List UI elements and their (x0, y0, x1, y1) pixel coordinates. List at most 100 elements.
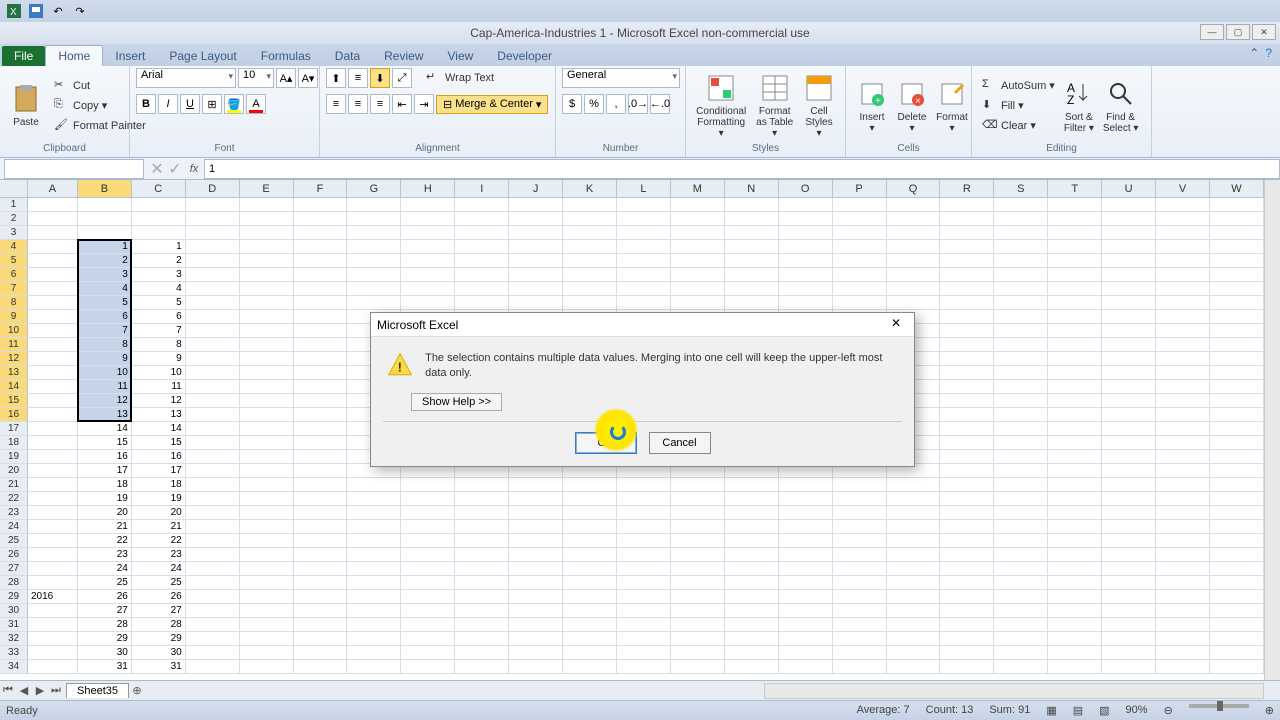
cell[interactable] (240, 646, 294, 660)
cell[interactable] (671, 492, 725, 506)
cell[interactable] (994, 254, 1048, 268)
cell[interactable] (1156, 520, 1210, 534)
cell[interactable]: 25 (78, 576, 132, 590)
cell[interactable] (725, 548, 779, 562)
cell[interactable] (1102, 562, 1156, 576)
cell[interactable] (1156, 464, 1210, 478)
row-header[interactable]: 17 (0, 422, 28, 436)
tab-insert[interactable]: Insert (103, 46, 157, 66)
cell[interactable] (833, 618, 887, 632)
cell[interactable] (994, 198, 1048, 212)
cell[interactable]: 27 (78, 604, 132, 618)
minimize-button[interactable]: — (1200, 24, 1224, 40)
cell[interactable] (671, 282, 725, 296)
cancel-button[interactable]: Cancel (649, 432, 711, 454)
cell[interactable] (1048, 254, 1102, 268)
cell[interactable] (1102, 352, 1156, 366)
cell[interactable] (186, 212, 240, 226)
cell[interactable] (833, 660, 887, 674)
cell[interactable] (617, 198, 671, 212)
cell[interactable] (725, 226, 779, 240)
cell[interactable] (294, 436, 348, 450)
cell[interactable] (240, 478, 294, 492)
cell[interactable] (509, 520, 563, 534)
cell[interactable] (940, 576, 994, 590)
comma-icon[interactable]: , (606, 94, 626, 114)
column-header[interactable]: B (78, 180, 132, 198)
cell[interactable] (940, 604, 994, 618)
cell[interactable]: 26 (78, 590, 132, 604)
cell[interactable] (617, 660, 671, 674)
cell[interactable] (294, 408, 348, 422)
column-header[interactable]: E (240, 180, 294, 198)
cell[interactable] (1210, 324, 1264, 338)
cell[interactable] (563, 506, 617, 520)
cell[interactable] (1210, 366, 1264, 380)
cell[interactable] (186, 268, 240, 282)
column-header[interactable]: H (401, 180, 455, 198)
cell[interactable] (294, 478, 348, 492)
cell[interactable] (617, 548, 671, 562)
cell[interactable] (240, 562, 294, 576)
cell[interactable] (779, 268, 833, 282)
cell[interactable] (1156, 408, 1210, 422)
cell[interactable] (940, 408, 994, 422)
cell[interactable] (294, 226, 348, 240)
cell[interactable] (347, 296, 401, 310)
cell[interactable] (401, 282, 455, 296)
cell[interactable] (240, 548, 294, 562)
cell[interactable] (240, 492, 294, 506)
cell[interactable] (294, 590, 348, 604)
format-as-table-button[interactable]: Format as Table ▾ (750, 70, 799, 141)
cell[interactable]: 18 (78, 478, 132, 492)
help-icon[interactable]: ? (1265, 46, 1272, 60)
cell[interactable] (940, 380, 994, 394)
cell[interactable] (1156, 352, 1210, 366)
cell[interactable] (833, 226, 887, 240)
cell[interactable] (1156, 492, 1210, 506)
cell[interactable] (994, 366, 1048, 380)
cell[interactable] (1156, 296, 1210, 310)
cell[interactable]: 15 (132, 436, 186, 450)
cell[interactable] (294, 548, 348, 562)
cell[interactable]: 7 (132, 324, 186, 338)
cell[interactable] (994, 464, 1048, 478)
cell[interactable] (509, 506, 563, 520)
cell[interactable] (725, 618, 779, 632)
cell[interactable] (240, 506, 294, 520)
cell[interactable] (509, 198, 563, 212)
cell[interactable] (294, 520, 348, 534)
cell[interactable] (563, 254, 617, 268)
cell[interactable] (671, 212, 725, 226)
cell[interactable] (186, 436, 240, 450)
cell[interactable] (509, 646, 563, 660)
cell[interactable] (563, 268, 617, 282)
font-size-combo[interactable]: 10 (238, 68, 274, 88)
fill-button[interactable]: ⬇Fill ▾ (978, 97, 1059, 115)
cell[interactable] (240, 338, 294, 352)
cell[interactable] (833, 254, 887, 268)
cell[interactable]: 26 (132, 590, 186, 604)
cell[interactable] (1102, 338, 1156, 352)
cell[interactable] (1156, 604, 1210, 618)
cell[interactable] (994, 268, 1048, 282)
cell[interactable] (401, 660, 455, 674)
cell[interactable] (347, 506, 401, 520)
currency-icon[interactable]: $ (562, 94, 582, 114)
cell[interactable] (833, 282, 887, 296)
align-top-icon[interactable]: ⬆ (326, 68, 346, 88)
cell[interactable] (671, 646, 725, 660)
cell[interactable]: 18 (132, 478, 186, 492)
cell[interactable] (347, 240, 401, 254)
cell[interactable] (617, 478, 671, 492)
cell[interactable]: 24 (132, 562, 186, 576)
cell[interactable] (347, 618, 401, 632)
cell[interactable] (994, 478, 1048, 492)
align-middle-icon[interactable]: ≡ (348, 68, 368, 88)
row-header[interactable]: 30 (0, 604, 28, 618)
sheet-nav-last-icon[interactable]: ⏭ (48, 684, 64, 697)
cell[interactable] (1048, 646, 1102, 660)
row-header[interactable]: 1 (0, 198, 28, 212)
cell[interactable] (725, 506, 779, 520)
cell[interactable] (186, 254, 240, 268)
